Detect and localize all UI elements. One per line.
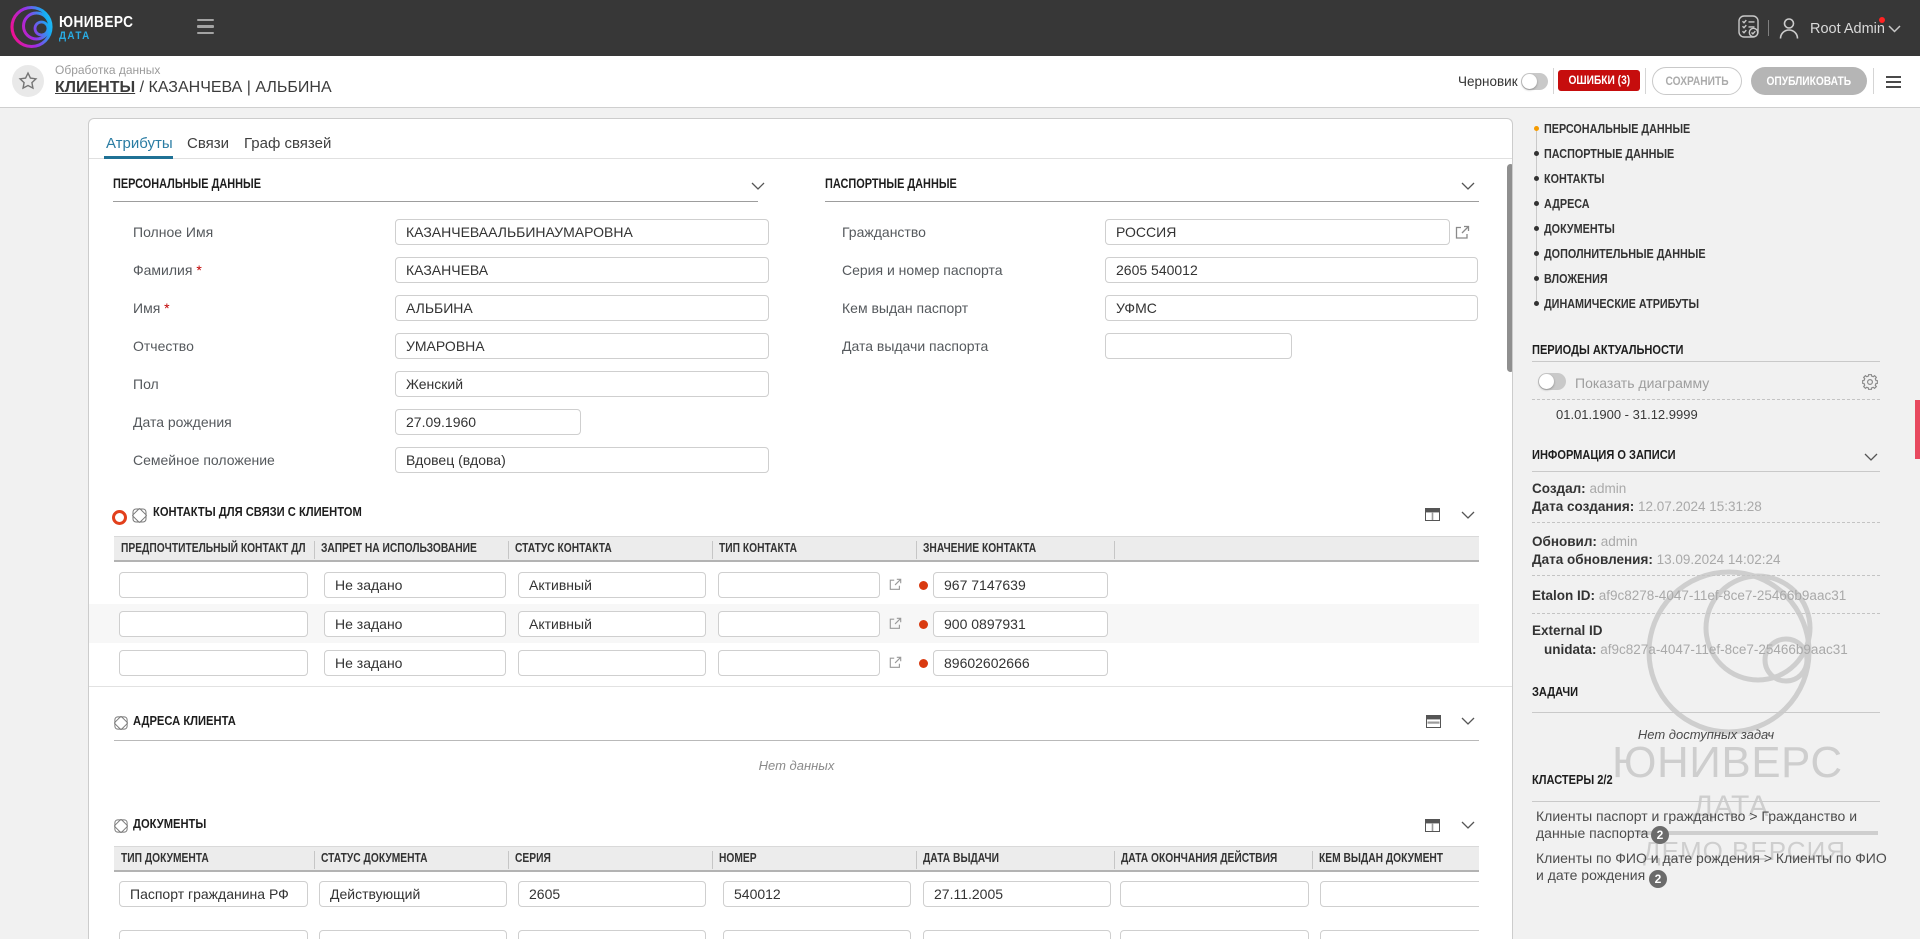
svg-text:ЮНИВЕРС: ЮНИВЕРС xyxy=(1612,738,1843,787)
